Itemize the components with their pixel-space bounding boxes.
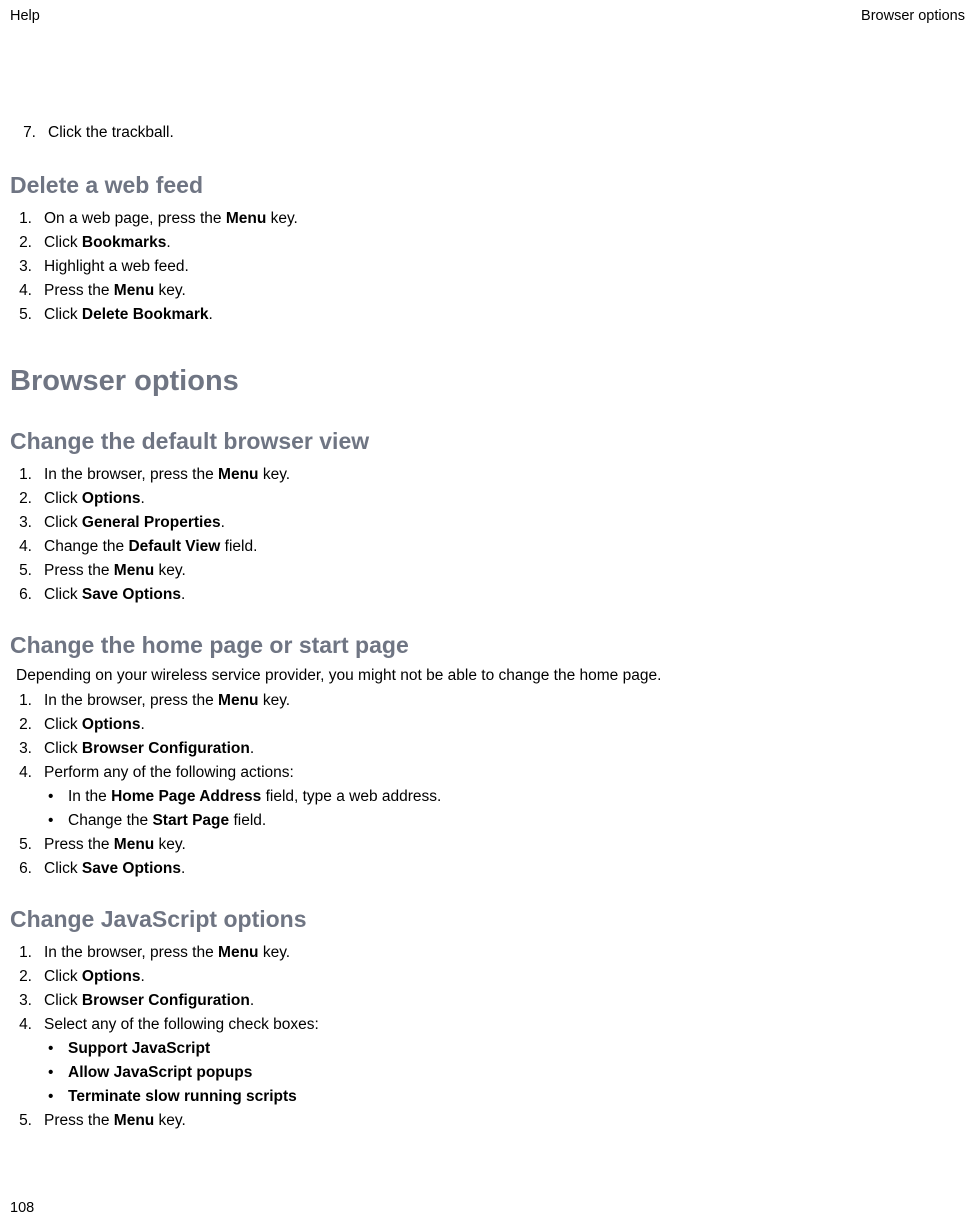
default-view-steps: 1.In the browser, press the Menu key. 2.… [14, 463, 965, 607]
bullet-item: Support JavaScript [44, 1037, 965, 1061]
bullet-item: Allow JavaScript popups [44, 1061, 965, 1085]
heading-browser-options: Browser options [10, 365, 965, 398]
step-7-text: Click the trackball. [48, 124, 174, 141]
list-item: 1.In the browser, press the Menu key. [14, 463, 965, 487]
list-item: 1.In the browser, press the Menu key. [14, 689, 965, 713]
step-7-num: 7. [16, 124, 36, 142]
list-item: 5.Click Delete Bookmark. [14, 303, 965, 327]
list-item: 1.In the browser, press the Menu key. [14, 941, 965, 965]
header-right: Browser options [861, 8, 965, 24]
list-item: 2.Click Bookmarks. [14, 231, 965, 255]
home-page-steps: 1.In the browser, press the Menu key. 2.… [14, 689, 965, 881]
bullet-item: Terminate slow running scripts [44, 1085, 965, 1109]
page-header: Help Browser options [10, 8, 965, 24]
list-item: 4.Change the Default View field. [14, 535, 965, 559]
home-page-intro: Depending on your wireless service provi… [16, 667, 965, 685]
list-item: 2.Click Options. [14, 487, 965, 511]
list-item: 5.Press the Menu key. [14, 559, 965, 583]
page-number: 108 [10, 1200, 34, 1216]
bullet-item: In the Home Page Address field, type a w… [44, 785, 965, 809]
delete-feed-steps: 1.On a web page, press the Menu key. 2.C… [14, 207, 965, 327]
header-left: Help [10, 8, 40, 24]
list-item: 5.Press the Menu key. [14, 833, 965, 857]
list-item: 3.Click Browser Configuration. [14, 989, 965, 1013]
content: 7. Click the trackball. Delete a web feed… [10, 124, 965, 1133]
step-7: 7. Click the trackball. [16, 124, 965, 142]
list-item: 3.Click General Properties. [14, 511, 965, 535]
list-item: 4.Select any of the following check boxe… [14, 1013, 965, 1109]
bullet-item: Change the Start Page field. [44, 809, 965, 833]
list-item: 3.Highlight a web feed. [14, 255, 965, 279]
list-item: 6.Click Save Options. [14, 583, 965, 607]
list-item: 2.Click Options. [14, 713, 965, 737]
heading-home-page: Change the home page or start page [10, 632, 965, 659]
list-item: 4.Perform any of the following actions: … [14, 761, 965, 833]
list-item: 4.Press the Menu key. [14, 279, 965, 303]
javascript-steps: 1.In the browser, press the Menu key. 2.… [14, 941, 965, 1133]
heading-default-view: Change the default browser view [10, 428, 965, 455]
list-item: 2.Click Options. [14, 965, 965, 989]
list-item: 3.Click Browser Configuration. [14, 737, 965, 761]
list-item: 5.Press the Menu key. [14, 1109, 965, 1133]
list-item: 1.On a web page, press the Menu key. [14, 207, 965, 231]
heading-delete-feed: Delete a web feed [10, 172, 965, 199]
javascript-bullets: Support JavaScript Allow JavaScript popu… [44, 1037, 965, 1109]
list-item: 6.Click Save Options. [14, 857, 965, 881]
home-page-bullets: In the Home Page Address field, type a w… [44, 785, 965, 833]
heading-javascript: Change JavaScript options [10, 906, 965, 933]
